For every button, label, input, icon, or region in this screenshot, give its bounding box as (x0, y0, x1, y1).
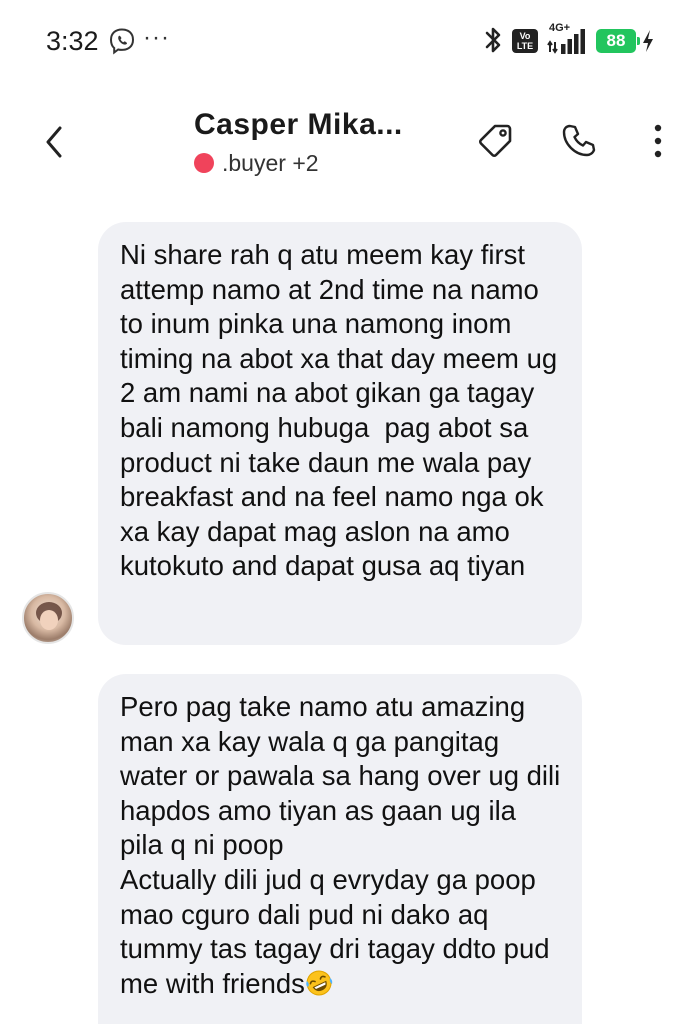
phone-icon[interactable] (562, 122, 596, 158)
bluetooth-icon (485, 27, 501, 53)
chevron-left-icon[interactable] (40, 122, 70, 162)
message-bubble[interactable]: Pero pag take namo atu amazing man xa ka… (98, 674, 582, 1024)
message-bubble[interactable]: Ni share rah q atu meem kay first attemp… (98, 222, 582, 645)
avatar[interactable] (22, 592, 74, 644)
volte-icon: Vo LTE (512, 29, 538, 53)
status-time: 3:32 (46, 26, 99, 56)
signal-icon (547, 29, 585, 54)
charging-icon (643, 30, 653, 52)
tag-icon[interactable] (478, 122, 514, 158)
status-bar: 3:32 ··· Vo LTE 4G+ 88 (0, 0, 700, 80)
conversation-title[interactable]: Casper Mika... (194, 108, 403, 142)
subtitle-text: .buyer +2 (222, 149, 319, 176)
more-vertical-icon[interactable] (650, 122, 666, 160)
status-more-dots: ··· (143, 24, 170, 51)
battery-icon: 88 (596, 29, 640, 53)
status-dot (194, 153, 214, 173)
message-text: Pero pag take namo atu amazing man xa ka… (120, 691, 561, 999)
conversation-subtitle[interactable]: .buyer +2 (194, 148, 319, 178)
viber-icon (109, 28, 135, 55)
laughing-emoji-icon (306, 970, 333, 996)
